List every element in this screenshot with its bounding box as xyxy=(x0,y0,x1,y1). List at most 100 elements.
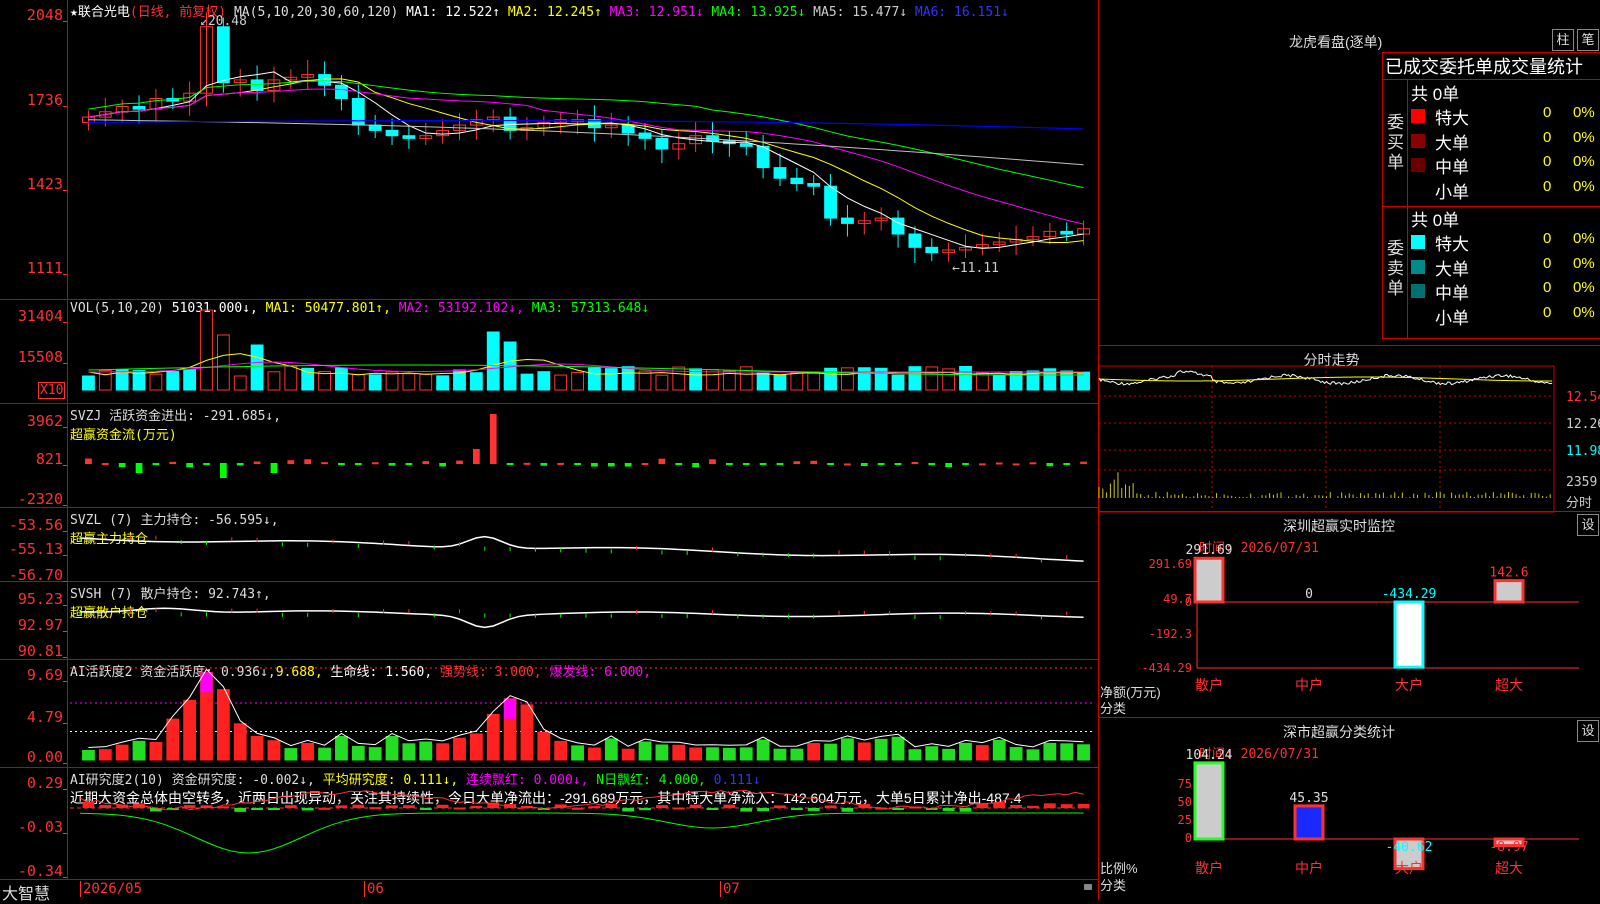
volume-panel[interactable]: 31404 15508 X10 VOL(5,10,20) 51031.000↓,… xyxy=(0,300,1098,404)
bar-value: -8.97 xyxy=(1489,840,1528,855)
flow-bar xyxy=(203,463,210,465)
flow-bar xyxy=(725,463,733,465)
category-label: 超大 xyxy=(1495,860,1523,876)
kline-panel[interactable]: 2048 1736 1423 1111 ★联合光电(日线, 前复权) MA(5,… xyxy=(0,0,1098,300)
svsh-panel[interactable]: 95.23 92.97 90.81 SVSH (7) 散户持仓: 92.743↑… xyxy=(0,582,1098,660)
flow-bar xyxy=(253,461,261,464)
research-bar xyxy=(335,805,348,808)
activity-bar xyxy=(419,741,433,761)
flow-bar xyxy=(709,459,716,464)
flow-bar xyxy=(304,459,312,464)
ai-activity-panel[interactable]: 9.69 4.79 0.00 AI活跃度2 资金活跃度: 0.936↓,9.68… xyxy=(0,660,1098,768)
volume-bar xyxy=(335,367,348,391)
category-label: 中户 xyxy=(1295,860,1323,876)
research-bar xyxy=(723,804,736,808)
flow-bar xyxy=(1063,463,1071,465)
flow-bar xyxy=(810,460,818,464)
sz-monitor-panel: 深圳超赢实时监控 设 时间: 2026/07/31 净额(万元) 分类 291.… xyxy=(1099,511,1600,718)
flow-bar xyxy=(219,463,227,478)
research-bar xyxy=(807,808,820,811)
volume-bar xyxy=(183,369,197,391)
research-bar xyxy=(672,807,685,810)
research-bar xyxy=(352,804,365,808)
activity-bar xyxy=(554,740,568,761)
research-bar xyxy=(571,807,584,810)
flow-bar xyxy=(894,463,902,465)
position-line xyxy=(79,535,1084,562)
research-bar xyxy=(1077,803,1090,808)
activity-bar xyxy=(773,748,787,761)
dragon-tiger-panel: 龙虎看盘(逐单) 柱 笔 已成交委托单成交量统计 委买单 委卖单 共 0单 共 … xyxy=(1099,0,1600,345)
ai-research-panel[interactable]: 0.29 -0.03 -0.34 AI研究度2(10) 资金研究度: -0.00… xyxy=(0,768,1098,880)
ai-activity-chart[interactable] xyxy=(0,660,1098,768)
volume-bar xyxy=(368,374,382,391)
flow-bar xyxy=(135,463,143,473)
bar-mode-button[interactable]: 柱 xyxy=(1552,29,1574,51)
svzl-panel[interactable]: -53.56 -55.13 -56.70 SVZL (7) 主力持仓: -56.… xyxy=(0,508,1098,584)
category-label: 散户 xyxy=(1195,677,1223,693)
activity-bar xyxy=(756,739,770,761)
svzj-panel[interactable]: 3962 821 -2320 SVZJ 活跃资金进出: -291.685↓, 超赢… xyxy=(0,404,1098,508)
flow-bar xyxy=(472,449,480,464)
y-tick: 0 xyxy=(1185,831,1192,845)
activity-bar xyxy=(166,718,180,761)
research-line xyxy=(79,790,1084,811)
candle xyxy=(739,143,753,147)
svsh-chart[interactable] xyxy=(0,582,1098,660)
kline-chart[interactable] xyxy=(0,0,1098,300)
research-bar xyxy=(99,804,112,808)
flow-bar xyxy=(692,463,700,468)
order-v: 0 xyxy=(1543,128,1552,146)
activity-bar xyxy=(638,741,652,761)
ai-research-chart[interactable] xyxy=(0,768,1098,880)
bar-value: -40.62 xyxy=(1386,840,1433,855)
order-name: 中单 xyxy=(1435,158,1469,177)
activity-bar xyxy=(250,735,264,761)
volume-bar xyxy=(267,371,281,391)
intraday-panel[interactable]: 分时走势 12.54 12.26 11.98 2359 分时 xyxy=(1098,345,1600,513)
order-v: 0 xyxy=(1543,153,1552,170)
order-p: 0% xyxy=(1573,104,1595,121)
flow-bar xyxy=(1080,461,1087,464)
svzl-chart[interactable] xyxy=(0,508,1098,582)
volume-bar xyxy=(638,370,652,391)
activity-bar xyxy=(115,744,129,761)
volume-chart[interactable] xyxy=(0,300,1098,404)
tick-mode-button[interactable]: 笔 xyxy=(1577,29,1599,51)
activity-bar xyxy=(604,738,618,761)
activity-bar xyxy=(368,747,382,761)
research-bar xyxy=(892,808,904,810)
order-name: 中单 xyxy=(1435,284,1469,303)
svzj-chart[interactable] xyxy=(0,404,1098,508)
activity-bar xyxy=(318,747,331,761)
flow-bar xyxy=(945,463,953,468)
category-label: 大户 xyxy=(1395,677,1423,693)
activity-bar xyxy=(874,738,888,761)
research-bar xyxy=(183,805,196,808)
order-v: 0 xyxy=(1543,104,1552,121)
lock-icon[interactable] xyxy=(1084,884,1092,890)
volume-bar xyxy=(655,374,669,391)
research-bar xyxy=(268,808,280,810)
bar-value: 104.24 xyxy=(1186,748,1233,763)
volume-bar xyxy=(402,373,416,391)
activity-bar xyxy=(98,749,112,761)
activity-bar xyxy=(689,747,703,761)
activity-bar xyxy=(824,743,837,761)
research-bar xyxy=(369,807,382,810)
activity-bar xyxy=(959,742,972,761)
category-label: 中户 xyxy=(1295,677,1323,693)
volume-bar xyxy=(588,367,601,391)
y-tick: 25 xyxy=(1178,813,1192,827)
activity-bar xyxy=(267,740,281,761)
volume-bar xyxy=(233,375,247,391)
volume-bar xyxy=(841,367,854,391)
candle xyxy=(216,26,230,84)
activity-bar xyxy=(975,745,989,761)
sz-stats-chart[interactable]: 75 50 25 0 104.24 散户 45.35 中户 -40.62 大户 -8.97 超大 xyxy=(1099,718,1600,901)
activity-bar xyxy=(588,747,601,761)
activity-bar xyxy=(1077,744,1090,761)
intraday-chart[interactable] xyxy=(1098,346,1600,513)
volume-bar xyxy=(891,374,905,391)
sz-monitor-chart[interactable]: 291.6949.70-192.3-434.29291.69散户0中户-434.… xyxy=(1099,512,1600,718)
